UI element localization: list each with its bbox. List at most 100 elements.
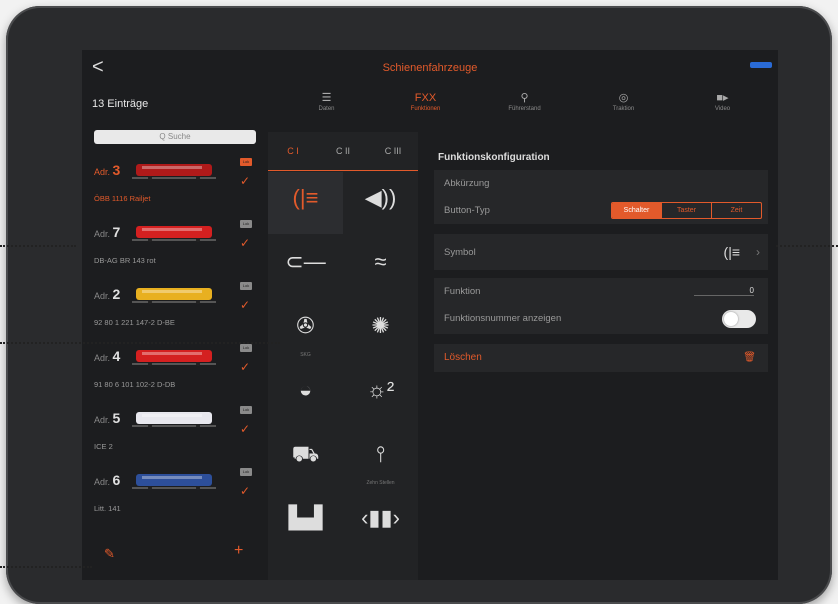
tab-funktionen[interactable]: FXX Funktionen — [376, 90, 475, 126]
search-input[interactable]: Q Suche — [94, 130, 256, 144]
brake-sound-icon[interactable]: ✺ — [343, 300, 418, 362]
lok-badge: Lok — [240, 158, 252, 166]
tab-icon: ☰ — [321, 92, 332, 104]
loco-image — [132, 350, 216, 366]
car-glyph: ⛟ — [291, 441, 320, 466]
tab-label: Video — [714, 106, 731, 112]
curve-sound-icon[interactable]: ≈ — [343, 236, 418, 298]
list-item[interactable]: Adr. 3 Lok ✓ ÖBB 1116 Railjet — [82, 154, 264, 216]
signal-glyph: ⫯ — [375, 441, 386, 466]
tab-video[interactable]: ■▸ Video — [673, 90, 772, 126]
symbol-row[interactable]: Symbol (|≡ › — [434, 234, 768, 271]
delete-button[interactable]: Löschen — [444, 352, 482, 363]
function-page-tabs: C IC II C III — [268, 132, 418, 171]
icon-caption: Zehn Stellen — [366, 480, 395, 486]
show-number-label: Funktionsnummer anzeigen — [444, 313, 562, 324]
app-screen: < Schienenfahrzeuge 13 Einträge ☰ Daten FX… — [82, 50, 778, 580]
horn-glyph: ⊂— — [285, 249, 326, 274]
page-title: Schienenfahrzeuge — [382, 62, 478, 74]
function-label: Funktion — [444, 286, 481, 297]
door-icon[interactable]: ▙▟ — [268, 492, 343, 554]
lok-badge: Lok — [240, 344, 252, 352]
conductor-cap-icon[interactable]: ◒ — [268, 364, 343, 426]
signal-icon[interactable]: ⫯ Zehn Stellen — [343, 428, 418, 490]
list-item[interactable]: Adr. 7 Lok ✓ DB-AG BR 143 rot — [82, 216, 264, 278]
tab-daten[interactable]: ☰ Daten — [277, 90, 376, 126]
abbrev-row[interactable]: Abkürzung — [434, 170, 768, 197]
function-number-field[interactable]: 0 — [694, 286, 754, 296]
callout-line-left-top — [0, 245, 76, 247]
headlight-icon[interactable]: (|≡ — [268, 172, 343, 234]
tab-label: Funktionen — [410, 106, 441, 112]
check-icon[interactable]: ✓ — [240, 174, 250, 188]
headlight-icon: (|≡ — [723, 244, 740, 260]
tablet-frame: < Schienenfahrzeuge 13 Einträge ☰ Daten FX… — [6, 6, 832, 604]
tab-label: Führerstand — [508, 106, 541, 112]
callout-line-left-middle — [0, 342, 280, 344]
tab-label: Traktion — [612, 106, 635, 112]
tab-icon: ⚲ — [520, 92, 529, 104]
check-icon[interactable]: ✓ — [240, 360, 250, 374]
loco-address: Adr. 7 — [94, 224, 121, 240]
pencil-icon[interactable]: ✎ — [104, 546, 115, 562]
trash-icon[interactable]: 🗑 — [743, 352, 756, 363]
lok-badge: Lok — [240, 468, 252, 476]
function-page-tab[interactable]: C III — [368, 132, 418, 170]
button-type-zeit[interactable]: Zeit — [711, 203, 761, 218]
button-type-row: Button-Typ Schalter Taster Zeit — [434, 196, 768, 225]
fan-glyph: ✇ — [296, 313, 315, 338]
entry-count: 13 Einträge — [92, 98, 149, 110]
tab-icon: ■▸ — [716, 92, 729, 104]
abbrev-label: Abkürzung — [444, 178, 490, 189]
check-icon[interactable]: ✓ — [240, 422, 250, 436]
check-icon[interactable]: ✓ — [240, 484, 250, 498]
list-item[interactable]: Adr. 4 Lok ✓ 91 80 6 101 102-2 D-DB — [82, 340, 264, 402]
tab-label: Daten — [318, 106, 335, 112]
delete-row[interactable]: Löschen 🗑 — [434, 344, 768, 373]
add-button[interactable]: + — [234, 542, 243, 560]
function-page-tab[interactable]: C I — [268, 132, 318, 170]
car-icon[interactable]: ⛟ — [268, 428, 343, 490]
lok-badge: Lok — [240, 282, 252, 290]
loco-address: Adr. 5 — [94, 410, 121, 426]
headlight-glyph: (|≡ — [292, 185, 319, 210]
loco-address: Adr. 3 — [94, 162, 121, 178]
loco-image — [132, 164, 216, 180]
loco-image — [132, 226, 216, 242]
list-item[interactable]: Adr. 2 Lok ✓ 92 80 1 221 147-2 D-BE — [82, 278, 264, 340]
loco-list: Adr. 3 Lok ✓ ÖBB 1116 Railjet Adr. 7 Lok ✓ DB-A… — [82, 154, 264, 544]
interior-light-glyph: ☼² — [366, 377, 395, 402]
sound-icon[interactable]: ◀)) — [343, 172, 418, 234]
symbol-label: Symbol — [444, 247, 476, 258]
fan-icon[interactable]: ✇ SKG — [268, 300, 343, 362]
tab-traktion[interactable]: ◎ Traktion — [574, 90, 673, 126]
list-item[interactable]: Adr. 6 Lok ✓ Litt. 141 — [82, 464, 264, 526]
list-item[interactable]: Adr. 5 Lok ✓ ICE 2 — [82, 402, 264, 464]
show-number-toggle[interactable] — [722, 310, 756, 328]
check-icon[interactable]: ✓ — [240, 236, 250, 250]
loco-image — [132, 474, 216, 490]
lok-badge: Lok — [240, 406, 252, 414]
callout-line-right — [776, 245, 838, 247]
button-type-label: Button-Typ — [444, 205, 490, 216]
loco-name: ICE 2 — [94, 442, 113, 451]
function-page-tab[interactable]: C II — [318, 132, 368, 170]
loco-name: 91 80 6 101 102-2 D-DB — [94, 380, 176, 389]
tab-führerstand[interactable]: ⚲ Führerstand — [475, 90, 574, 126]
check-icon[interactable]: ✓ — [240, 298, 250, 312]
loco-name: 92 80 1 221 147-2 D-BE — [94, 318, 175, 327]
horn-icon[interactable]: ⊂— — [268, 236, 343, 298]
interior-light-icon[interactable]: ☼² — [343, 364, 418, 426]
loco-image — [132, 288, 216, 304]
navbar: < Schienenfahrzeuge — [82, 50, 778, 90]
icon-caption: SKG — [300, 352, 311, 358]
loco-image — [132, 412, 216, 428]
tab-bar: ☰ Daten FXX Funktionen ⚲ Führerstand ◎ Traktion… — [277, 90, 772, 126]
loco-address: Adr. 2 — [94, 286, 121, 302]
button-type-schalter[interactable]: Schalter — [612, 203, 661, 218]
door-sound-icon[interactable]: ‹▮▮› — [343, 492, 418, 554]
show-number-row: Funktionsnummer anzeigen — [434, 304, 768, 335]
loco-name: DB-AG BR 143 rot — [94, 256, 156, 265]
button-type-selector: Schalter Taster Zeit — [611, 202, 762, 219]
button-type-taster[interactable]: Taster — [661, 203, 711, 218]
